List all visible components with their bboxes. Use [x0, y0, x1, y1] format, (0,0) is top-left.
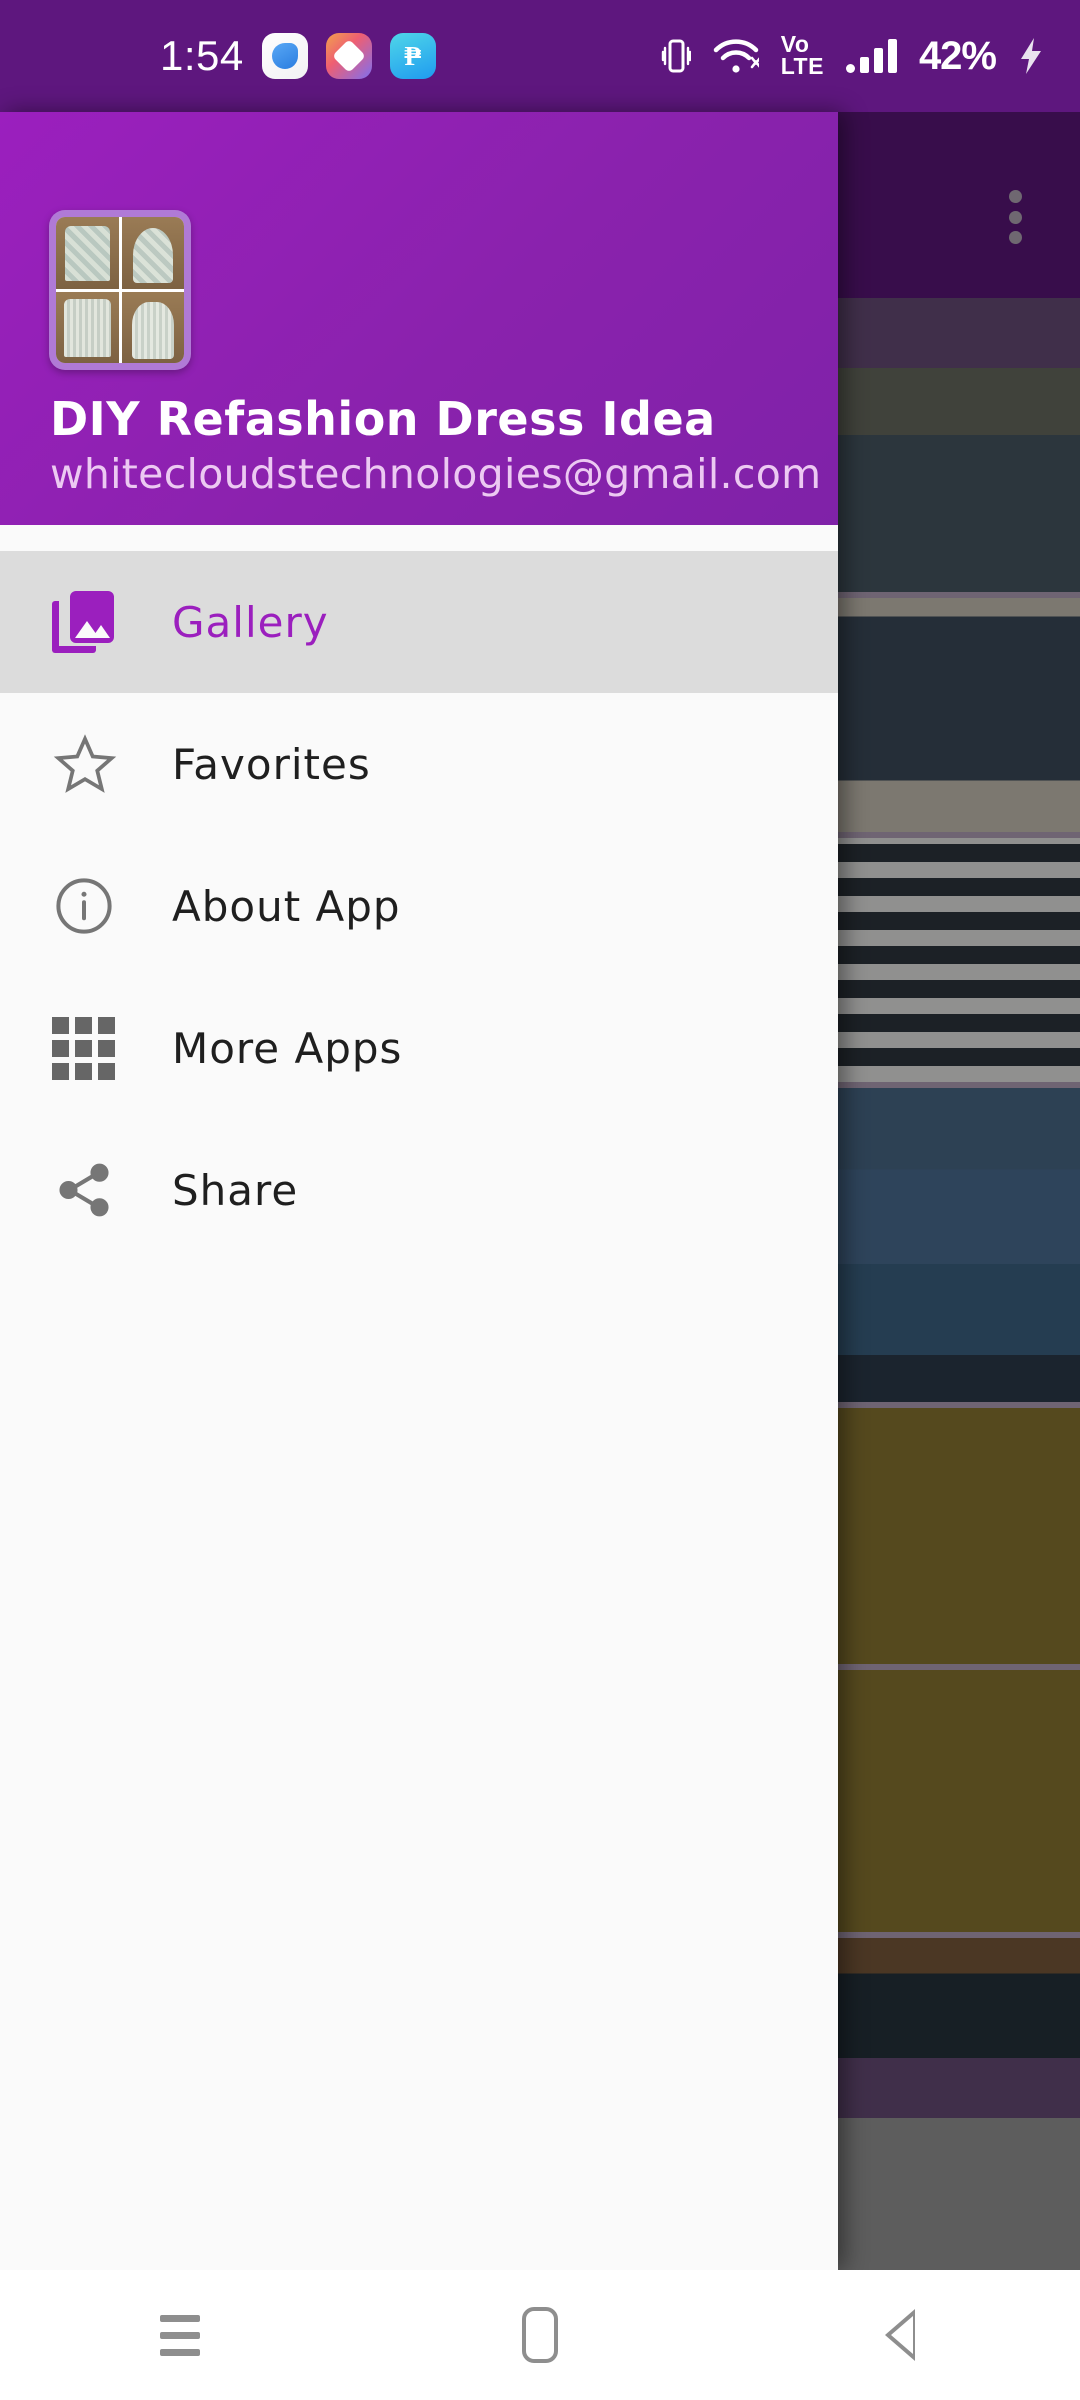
messenger-icon [261, 33, 308, 79]
diamond-app-icon [325, 33, 372, 79]
sidebar-item-share[interactable]: Share [0, 1119, 838, 1261]
battery-percent: 42% [918, 33, 997, 78]
recents-icon[interactable] [105, 2270, 255, 2400]
drawer-header: DIY Refashion Dress Idea whitecloudstech… [0, 112, 838, 525]
sidebar-item-label: More Apps [172, 1023, 403, 1073]
sidebar-item-label: About App [172, 881, 401, 931]
phone-screen: ea [0, 0, 1080, 2400]
sidebar-item-label: Share [172, 1165, 299, 1215]
sidebar-item-gallery[interactable]: Gallery [0, 551, 838, 693]
vibrate-icon [661, 37, 691, 75]
app-collage-icon [49, 210, 191, 370]
phonepe-icon: ₱ [389, 33, 436, 79]
share-icon [52, 1159, 144, 1221]
wifi-icon [713, 38, 759, 74]
sidebar-item-label: Favorites [172, 739, 371, 789]
volte-icon: Vo LTE [780, 31, 824, 79]
navigation-drawer: DIY Refashion Dress Idea whitecloudstech… [0, 112, 838, 2270]
sidebar-item-label: Gallery [172, 597, 329, 647]
star-outline-icon [52, 732, 144, 796]
sidebar-item-favorites[interactable]: Favorites [0, 693, 838, 835]
android-nav-bar [0, 2270, 1080, 2400]
sidebar-item-more-apps[interactable]: More Apps [0, 977, 838, 1119]
back-icon[interactable] [825, 2270, 975, 2400]
status-bar-right: Vo LTE 42% [661, 31, 1044, 79]
photo-library-icon [52, 591, 144, 653]
drawer-app-email: whitecloudstechnologies@gmail.com [50, 450, 822, 498]
apps-grid-icon [52, 1016, 144, 1080]
drawer-menu: Gallery Favorites About App More Apps Sh… [0, 551, 838, 2270]
status-bar: 1:54 ₱ Vo LTE 42% [0, 0, 1080, 112]
signal-bars-icon [845, 39, 897, 73]
drawer-divider [0, 525, 838, 551]
status-clock: 1:54 [160, 32, 244, 79]
charging-bolt-icon [1018, 36, 1044, 76]
sidebar-item-about[interactable]: About App [0, 835, 838, 977]
drawer-app-title: DIY Refashion Dress Idea [50, 392, 716, 446]
status-bar-left: 1:54 ₱ [160, 32, 436, 80]
home-icon[interactable] [465, 2270, 615, 2400]
info-circle-icon [52, 874, 144, 938]
